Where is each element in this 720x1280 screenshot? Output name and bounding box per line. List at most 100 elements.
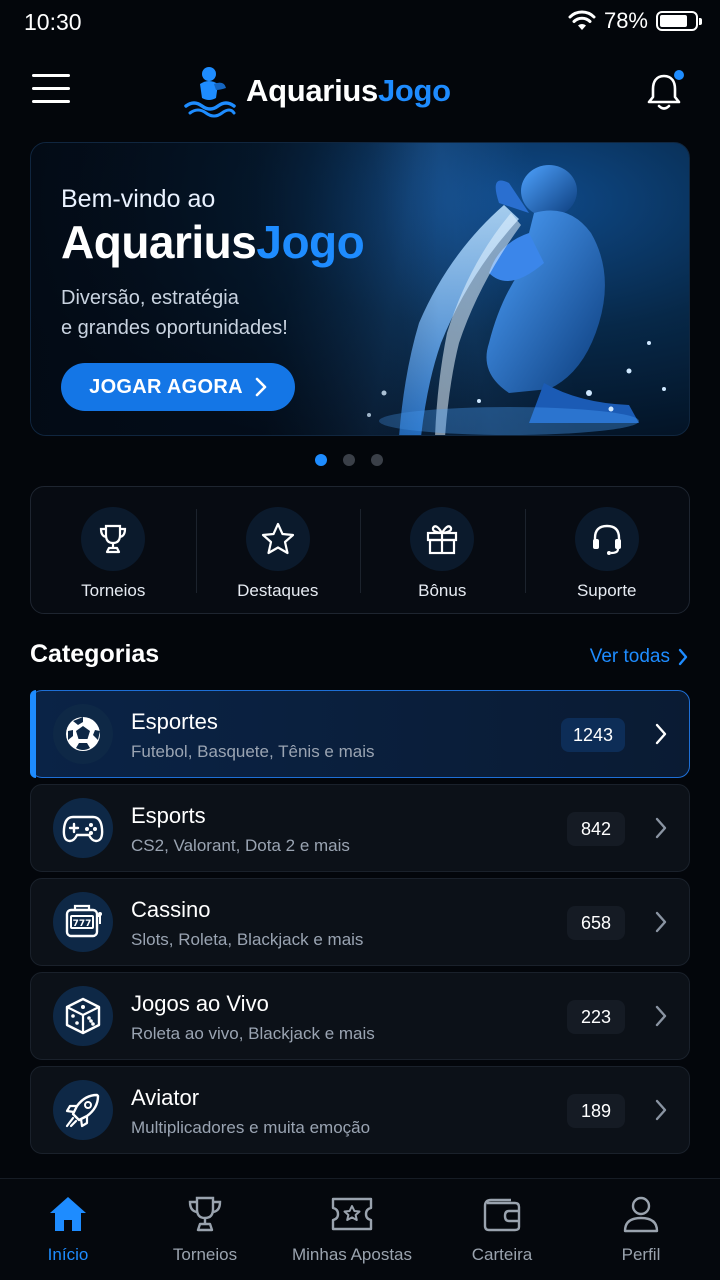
battery-icon: [656, 11, 702, 31]
category-item-esportes[interactable]: Esportes Futebol, Basquete, Tênis e mais…: [30, 690, 690, 778]
category-subtitle: Roleta ao vivo, Blackjack e mais: [131, 1024, 375, 1043]
categories-title: Categorias: [30, 640, 160, 668]
home-icon: [50, 1197, 86, 1231]
carousel-indicator: [0, 454, 720, 466]
hero-description: Diversão, estratégia e grandes oportunid…: [61, 283, 361, 343]
quick-action-bonus[interactable]: Bônus: [360, 487, 525, 613]
hero-title-main: Aquarius: [61, 216, 257, 268]
category-item-aviator[interactable]: Aviator Multiplicadores e muita emoção 1…: [30, 1066, 690, 1154]
chevron-right-icon: [655, 1099, 667, 1121]
nav-label: Perfil: [621, 1245, 661, 1264]
status-indicators: 78%: [568, 8, 702, 34]
chevron-right-icon: [655, 1005, 667, 1027]
app-logo[interactable]: AquariusJogo: [180, 62, 451, 120]
menu-icon-bar: [32, 100, 70, 103]
see-all-link[interactable]: Ver todas: [590, 646, 688, 668]
category-list: Esportes Futebol, Basquete, Tênis e mais…: [30, 690, 690, 1160]
category-subtitle: CS2, Valorant, Dota 2 e mais: [131, 836, 350, 855]
nav-label: Início: [47, 1245, 89, 1264]
quick-action-label: Suporte: [576, 581, 637, 600]
category-name: Cassino: [131, 897, 211, 922]
hero-title-accent: Jogo: [256, 216, 365, 268]
headset-icon: [592, 524, 621, 555]
wifi-icon: [568, 10, 596, 30]
quick-action-torneios[interactable]: Torneios: [31, 487, 196, 613]
category-icon-circle: [53, 986, 113, 1046]
play-now-button[interactable]: JOGAR AGORA: [61, 363, 295, 411]
gift-icon: [427, 525, 458, 555]
notification-badge: [674, 70, 684, 80]
svg-text:777: 777: [73, 919, 92, 929]
nav-item-minhas-apostas[interactable]: Minhas Apostas: [277, 1195, 427, 1265]
hero-desc-line: Diversão, estratégia: [61, 287, 239, 309]
nav-item-inicio[interactable]: Início: [0, 1195, 143, 1265]
trophy-icon: [188, 1196, 222, 1232]
category-item-jogos-ao-vivo[interactable]: Jogos ao Vivo Roleta ao vivo, Blackjack …: [30, 972, 690, 1060]
menu-button[interactable]: [32, 74, 70, 106]
play-now-label: JOGAR AGORA: [89, 375, 243, 398]
slot-machine-icon: 777: [65, 904, 102, 938]
trophy-icon: [100, 524, 127, 554]
carousel-dot[interactable]: [315, 454, 327, 466]
bottom-navigation: Início Torneios Minhas Apostas Carteira …: [0, 1178, 720, 1280]
chevron-right-icon: [655, 911, 667, 933]
category-subtitle: Multiplicadores e muita emoção: [131, 1118, 371, 1137]
category-count-badge: 658: [567, 906, 625, 940]
headset-icon-circle: [574, 507, 639, 571]
menu-icon-bar: [32, 87, 70, 90]
category-item-esports[interactable]: Esports CS2, Valorant, Dota 2 e mais 842: [30, 784, 690, 872]
gamepad-icon: [62, 815, 104, 843]
menu-icon-bar: [32, 74, 70, 77]
category-count-badge: 223: [567, 1000, 625, 1034]
hero-desc-line: e grandes oportunidades!: [61, 317, 288, 339]
dice-icon: [65, 997, 101, 1035]
quick-action-suporte[interactable]: Suporte: [524, 487, 690, 613]
category-subtitle: Slots, Roleta, Blackjack e mais: [131, 930, 364, 949]
nav-item-carteira[interactable]: Carteira: [427, 1195, 577, 1265]
category-name: Esportes: [131, 709, 218, 734]
logo-main: Aquarius: [246, 73, 378, 108]
nav-label: Minhas Apostas: [291, 1245, 412, 1264]
category-count-badge: 842: [567, 812, 625, 846]
category-icon-circle: [53, 798, 113, 858]
user-icon: [623, 1196, 659, 1233]
chevron-right-icon: [655, 817, 667, 839]
carousel-dot[interactable]: [371, 454, 383, 466]
soccer-ball-icon: [66, 717, 100, 751]
trophy-icon-circle: [81, 507, 146, 571]
wallet-icon: [483, 1198, 521, 1232]
category-count-badge: 189: [567, 1094, 625, 1128]
app-header: AquariusJogo: [0, 56, 720, 126]
star-icon: [261, 522, 294, 555]
category-icon-circle: [53, 704, 113, 764]
nav-item-torneios[interactable]: Torneios: [130, 1195, 280, 1265]
ticket-icon: [331, 1197, 373, 1231]
quick-action-label: Destaques: [237, 581, 319, 600]
chevron-right-icon: [255, 377, 267, 397]
hero-banner[interactable]: Bem-vindo ao AquariusJogo Diversão, estr…: [30, 142, 690, 436]
status-bar: 10:30 78%: [0, 0, 720, 46]
notifications-button[interactable]: [646, 70, 684, 112]
category-icon-circle: 777: [53, 892, 113, 952]
logo-accent: Jogo: [377, 73, 451, 108]
nav-label: Carteira: [471, 1245, 533, 1264]
chevron-right-icon: [678, 648, 688, 666]
chevron-right-icon: [655, 723, 667, 745]
quick-actions: Torneios Destaques Bônus Suporte: [30, 486, 690, 614]
carousel-dot[interactable]: [343, 454, 355, 466]
see-all-label: Ver todas: [589, 646, 670, 667]
nav-label: Torneios: [172, 1245, 238, 1264]
category-name: Esports: [131, 803, 206, 828]
status-time: 10:30: [24, 9, 82, 35]
rocket-icon: [65, 1093, 100, 1128]
category-name: Aviator: [131, 1085, 200, 1110]
gift-icon-circle: [410, 507, 475, 571]
logo-wordmark: AquariusJogo: [246, 73, 451, 109]
category-item-cassino[interactable]: 777 Cassino Slots, Roleta, Blackjack e m…: [30, 878, 690, 966]
quick-action-destaques[interactable]: Destaques: [195, 487, 361, 613]
nav-item-perfil[interactable]: Perfil: [566, 1195, 716, 1265]
category-subtitle: Futebol, Basquete, Tênis e mais: [131, 742, 375, 761]
star-icon-circle: [245, 507, 310, 571]
hero-subtitle: Bem-vindo ao: [61, 185, 216, 213]
hero-title: AquariusJogo: [61, 215, 365, 269]
